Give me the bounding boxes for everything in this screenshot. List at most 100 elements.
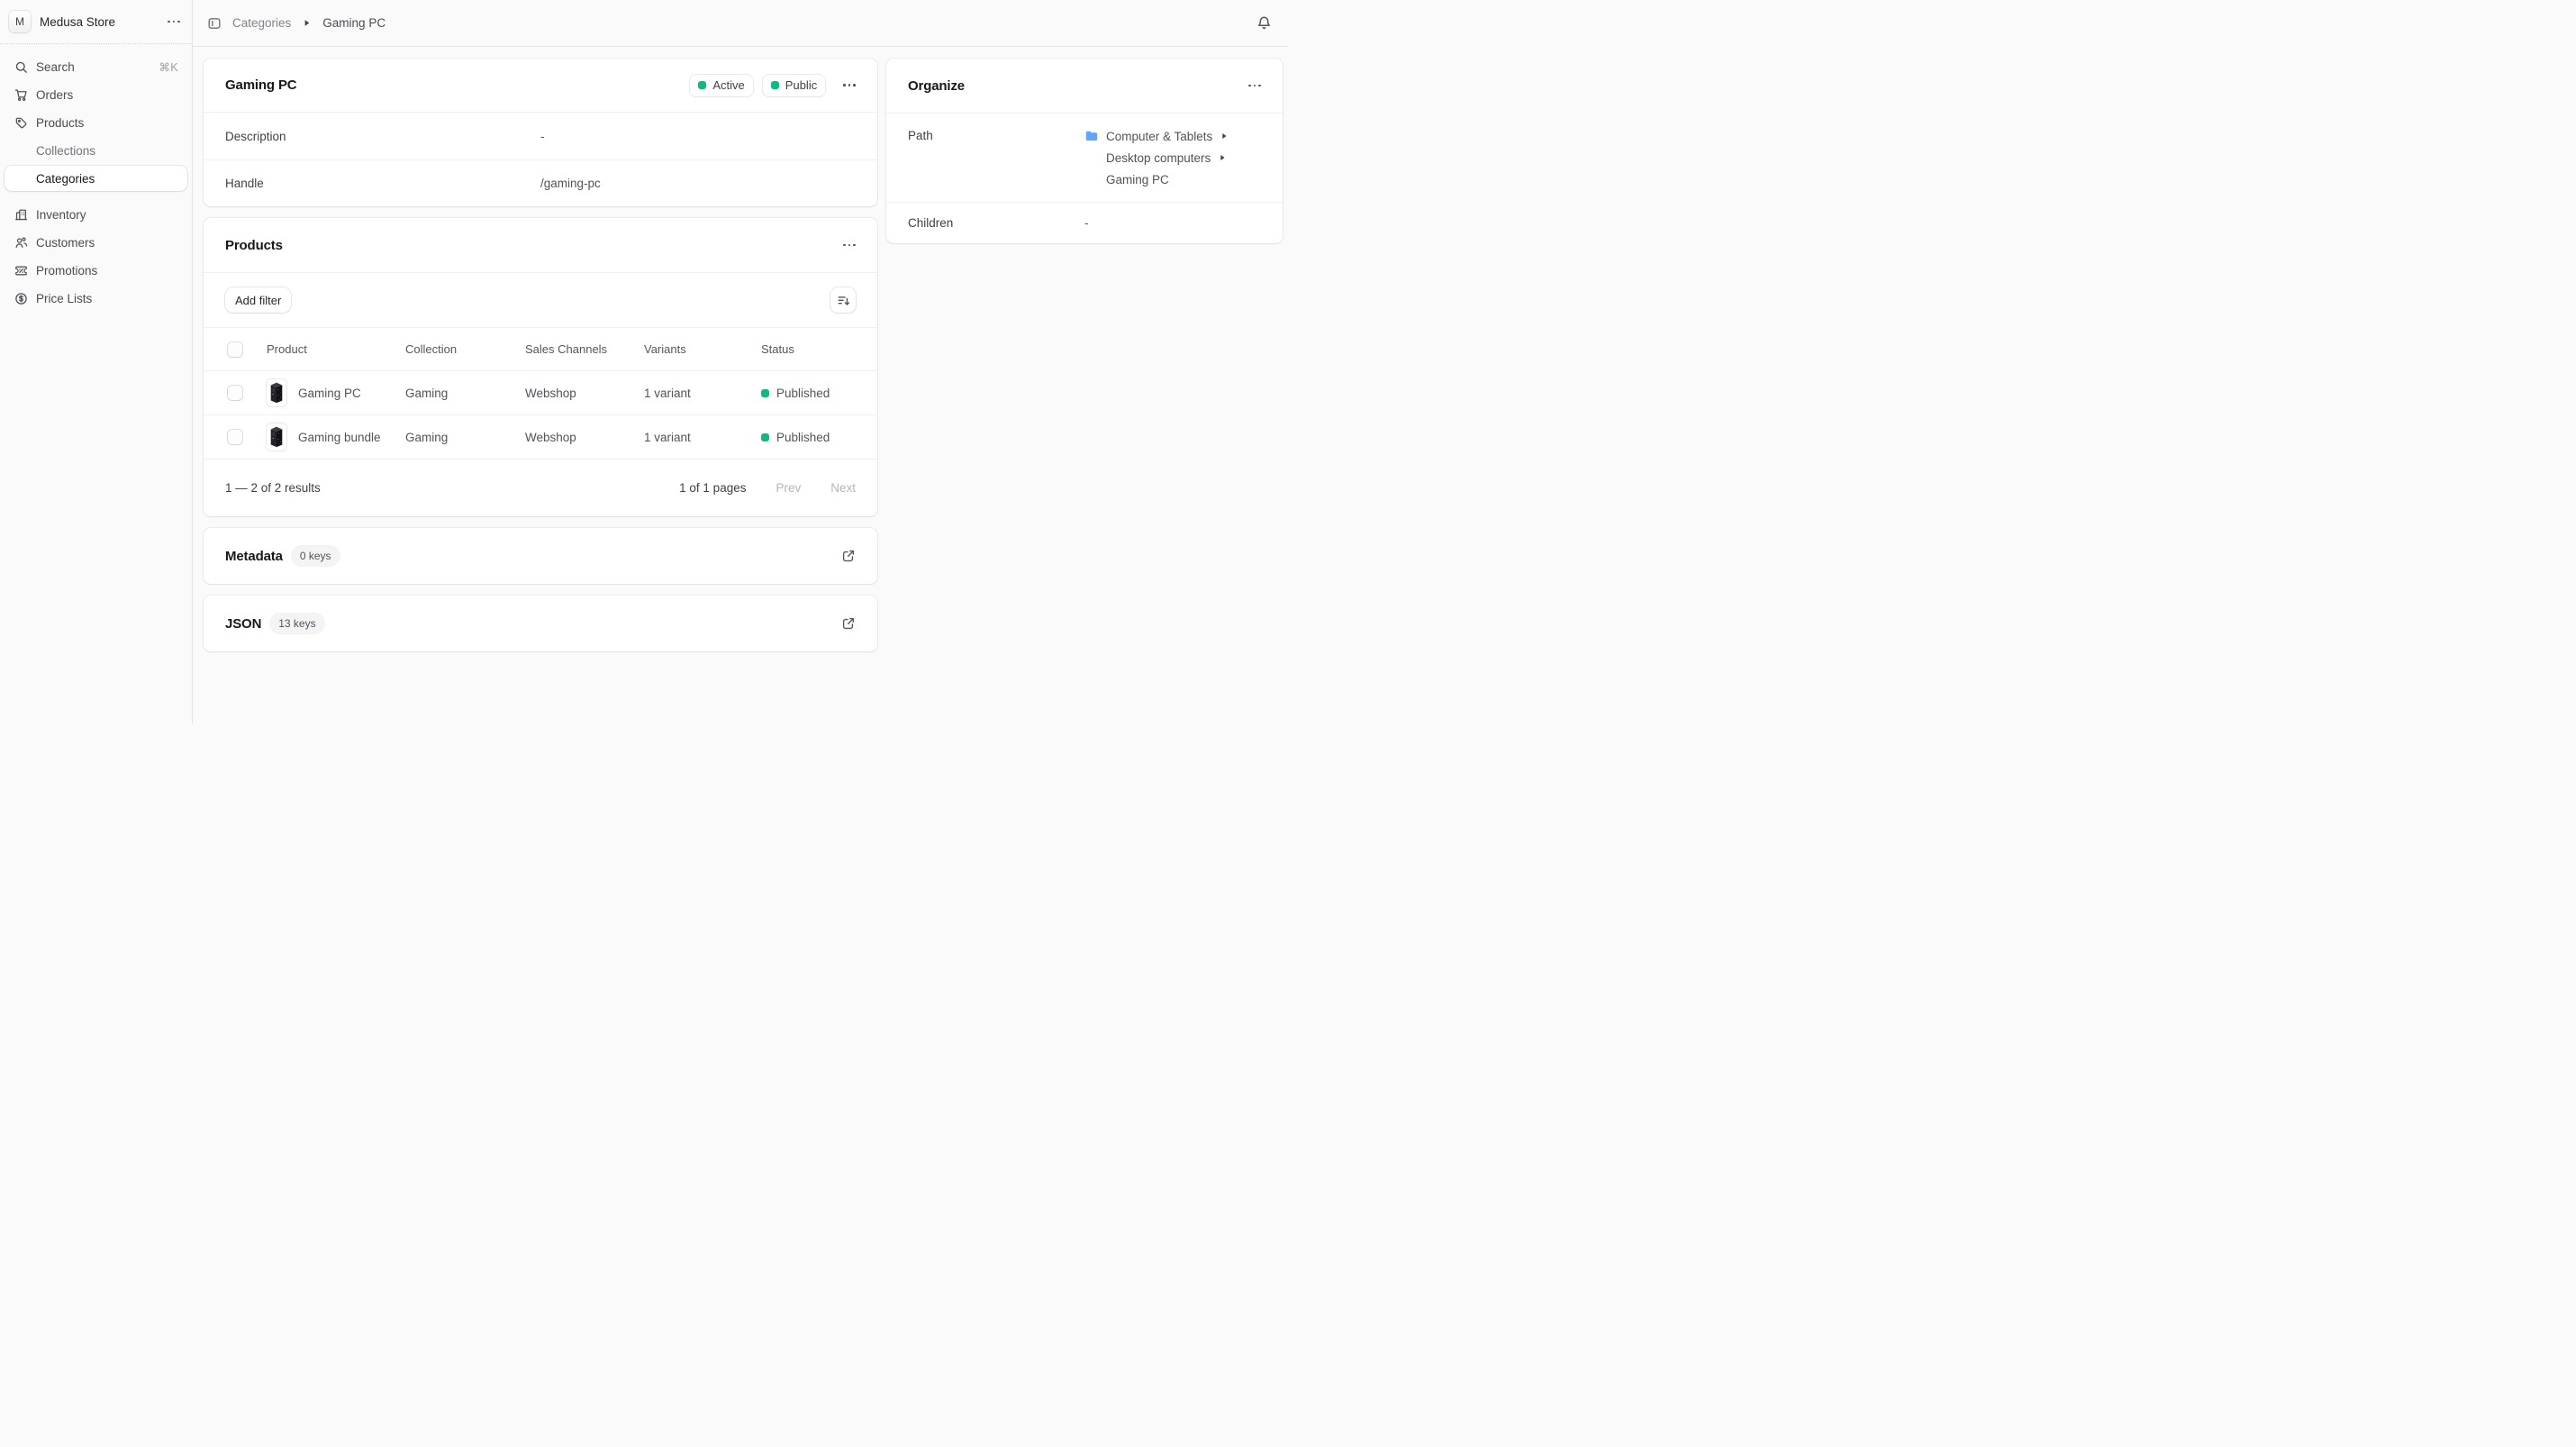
organize-card-header: Organize: [886, 59, 1283, 113]
cart-icon: [14, 88, 28, 102]
folder-icon: [1084, 129, 1099, 143]
ticket-percent-icon: [14, 264, 28, 278]
green-dot: [698, 81, 706, 89]
path-segment: Computer & Tablets: [1084, 125, 1261, 147]
prev-page-button[interactable]: Prev: [776, 481, 801, 495]
sidebar-item-categories[interactable]: Categories: [5, 166, 187, 191]
organize-title: Organize: [908, 78, 965, 94]
description-row: Description -: [204, 112, 877, 159]
handle-row: Handle /gaming-pc: [204, 159, 877, 206]
json-external-link-icon[interactable]: [841, 616, 856, 631]
sort-descending-icon: [837, 294, 850, 307]
sidebar-item-label: Customers: [36, 236, 95, 250]
organize-card: Organize Path Computer & Tablets: [886, 59, 1283, 243]
handle-label: Handle: [225, 177, 540, 190]
building-icon: [14, 208, 28, 222]
visibility-badge-public: Public: [763, 75, 825, 96]
metadata-external-link-icon[interactable]: [841, 549, 856, 563]
page-title: Gaming PC: [225, 77, 297, 93]
product-name: Gaming bundle: [298, 431, 381, 444]
page-content: Gaming PC Active Public: [193, 47, 1288, 724]
sidebar-nav: Search ⌘K Orders Products Collections Ca…: [0, 44, 192, 323]
notifications-bell-icon[interactable]: [1256, 15, 1272, 31]
nav-section-gap: [5, 194, 187, 202]
store-ellipsis-icon[interactable]: [168, 21, 180, 23]
chevron-right-icon: [1220, 132, 1229, 141]
sidebar-item-search[interactable]: Search ⌘K: [5, 54, 187, 79]
path-segment-label[interactable]: Computer & Tablets: [1106, 130, 1212, 143]
store-name: Medusa Store: [40, 15, 159, 29]
product-sales-channels: Webshop: [525, 387, 644, 400]
description-value: -: [540, 130, 856, 143]
sidebar-item-label: Price Lists: [36, 292, 92, 305]
sidebar-item-label: Promotions: [36, 264, 97, 278]
json-card: JSON 13 keys: [204, 596, 877, 651]
select-all-checkbox[interactable]: [228, 342, 242, 357]
table-row[interactable]: Gaming PC Gaming Webshop 1 variant Publi…: [204, 370, 877, 414]
product-thumbnail: [267, 423, 286, 450]
sidebar: M Medusa Store Search ⌘K Orders Products…: [0, 0, 193, 724]
products-filter-row: Add filter: [204, 272, 877, 327]
page-indicator: 1 of 1 pages: [679, 481, 746, 495]
published-dot: [761, 433, 769, 441]
sidebar-item-customers[interactable]: Customers: [5, 230, 187, 255]
chevron-right-icon: [1218, 153, 1227, 162]
product-name: Gaming PC: [298, 387, 361, 400]
users-icon: [14, 236, 28, 250]
search-shortcut: ⌘K: [159, 60, 178, 74]
path-segment: Gaming PC: [1106, 168, 1261, 190]
sidebar-item-orders[interactable]: Orders: [5, 82, 187, 107]
sidebar-item-label: Orders: [36, 88, 73, 102]
sidebar-item-price-lists[interactable]: Price Lists: [5, 286, 187, 311]
currency-circle-icon: [14, 292, 28, 305]
products-actions-ellipsis-icon[interactable]: [843, 244, 856, 247]
product-status-label: Published: [776, 431, 830, 444]
green-dot: [771, 81, 779, 89]
sidebar-item-products[interactable]: Products: [5, 110, 187, 135]
path-value: Computer & Tablets Desktop computers Gam…: [1084, 125, 1261, 190]
products-card: Products Add filter Product: [204, 218, 877, 516]
row-checkbox[interactable]: [228, 386, 242, 400]
path-label: Path: [908, 125, 1084, 147]
main-column: Gaming PC Active Public: [204, 59, 877, 651]
description-label: Description: [225, 130, 540, 143]
store-menu[interactable]: M Medusa Store: [0, 0, 192, 44]
sidebar-item-label: Collections: [36, 144, 95, 158]
sidebar-toggle-icon[interactable]: [207, 16, 222, 31]
add-filter-button[interactable]: Add filter: [225, 287, 291, 313]
store-avatar: M: [9, 11, 31, 32]
store-avatar-letter: M: [15, 15, 24, 28]
table-row[interactable]: Gaming bundle Gaming Webshop 1 variant P…: [204, 414, 877, 459]
next-page-button[interactable]: Next: [830, 481, 856, 495]
topbar: Categories Gaming PC: [193, 0, 1288, 47]
product-variants: 1 variant: [644, 387, 761, 400]
products-card-header: Products: [204, 218, 877, 272]
product-collection: Gaming: [405, 431, 525, 444]
children-value: -: [1084, 216, 1261, 230]
results-count: 1 — 2 of 2 results: [225, 481, 321, 495]
organize-actions-ellipsis-icon[interactable]: [1248, 85, 1261, 87]
breadcrumb-current: Gaming PC: [322, 16, 385, 30]
sidebar-item-collections[interactable]: Collections: [5, 138, 187, 163]
breadcrumb-categories[interactable]: Categories: [232, 16, 291, 30]
products-table-header: Product Collection Sales Channels Varian…: [204, 327, 877, 370]
path-segment-label[interactable]: Desktop computers: [1106, 151, 1211, 165]
app: M Medusa Store Search ⌘K Orders Products…: [0, 0, 1288, 724]
json-title: JSON: [225, 616, 261, 632]
handle-value: /gaming-pc: [540, 177, 856, 190]
sidebar-item-inventory[interactable]: Inventory: [5, 202, 187, 227]
path-segment: Desktop computers: [1106, 147, 1261, 168]
category-actions-ellipsis-icon[interactable]: [843, 84, 856, 86]
column-header-collection: Collection: [405, 342, 525, 356]
row-checkbox[interactable]: [228, 430, 242, 444]
sidebar-item-promotions[interactable]: Promotions: [5, 258, 187, 283]
product-variants: 1 variant: [644, 431, 761, 444]
side-column: Organize Path Computer & Tablets: [886, 59, 1283, 243]
metadata-keys-badge: 0 keys: [292, 546, 340, 566]
sort-button[interactable]: [830, 287, 856, 313]
sidebar-item-label: Products: [36, 116, 84, 130]
json-keys-badge: 13 keys: [270, 614, 323, 633]
column-header-sales-channels: Sales Channels: [525, 342, 644, 356]
children-row: Children -: [886, 202, 1283, 243]
path-row: Path Computer & Tablets Desktop computer…: [886, 113, 1283, 202]
